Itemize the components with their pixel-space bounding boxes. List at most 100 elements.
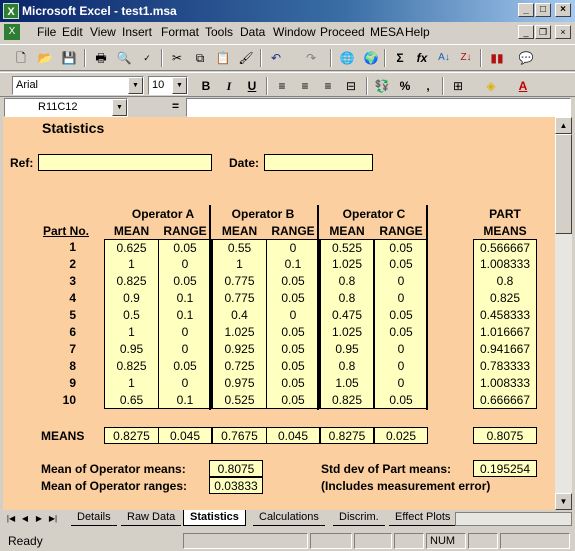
mean-c-cell[interactable]: 0.8: [320, 273, 374, 290]
mean-b-cell[interactable]: 0.4: [212, 307, 267, 324]
means-cell[interactable]: 0.025: [374, 427, 428, 444]
doc-restore-button[interactable]: ❐: [535, 25, 551, 39]
range-a-cell[interactable]: 0.05: [158, 239, 212, 256]
horizontal-scrollbar[interactable]: [455, 512, 572, 526]
tab-details[interactable]: Details: [71, 510, 117, 526]
next-sheet-icon[interactable]: ▶: [33, 512, 45, 525]
close-button[interactable]: ×: [555, 3, 571, 17]
prev-sheet-icon[interactable]: ◀: [19, 512, 31, 525]
mean-b-cell[interactable]: 1.025: [212, 324, 267, 341]
align-left-icon[interactable]: ≡: [271, 76, 293, 96]
fill-color-icon[interactable]: ◈: [480, 76, 502, 96]
menu-help[interactable]: Help: [405, 25, 430, 39]
borders-icon[interactable]: ⊞: [447, 76, 469, 96]
means-cell[interactable]: 0.7675: [212, 427, 267, 444]
name-box[interactable]: R11C12 ▼: [4, 98, 128, 117]
open-folder-icon[interactable]: 📂: [34, 48, 56, 68]
range-c-cell[interactable]: 0: [374, 358, 428, 375]
range-a-cell[interactable]: 0.05: [158, 273, 212, 290]
chart-wizard-icon[interactable]: ▮▮: [486, 48, 508, 68]
sort-ascending-icon[interactable]: A↓: [433, 48, 455, 68]
mean-a-cell[interactable]: 0.825: [104, 358, 159, 375]
range-a-cell[interactable]: 0.1: [158, 290, 212, 307]
menu-view[interactable]: View: [90, 25, 116, 39]
function-icon[interactable]: fx: [411, 48, 433, 68]
new-file-icon[interactable]: 🗋: [10, 48, 32, 68]
copy-icon[interactable]: ⧉: [189, 48, 211, 68]
menu-data[interactable]: Data: [240, 25, 265, 39]
range-b-cell[interactable]: 0.05: [266, 341, 320, 358]
doc-minimize-button[interactable]: _: [518, 25, 534, 39]
range-a-cell[interactable]: 0: [158, 324, 212, 341]
range-c-cell[interactable]: 0.05: [374, 307, 428, 324]
first-sheet-icon[interactable]: |◀: [5, 512, 17, 525]
menu-proceed[interactable]: Proceed: [320, 25, 365, 39]
means-cell[interactable]: 0.8275: [320, 427, 374, 444]
mean-c-cell[interactable]: 0.525: [320, 239, 374, 256]
range-c-cell[interactable]: 0.05: [374, 256, 428, 273]
ref-input[interactable]: [38, 154, 212, 171]
range-a-cell[interactable]: 0: [158, 375, 212, 392]
currency-icon[interactable]: 💱: [371, 76, 393, 96]
save-icon[interactable]: 💾: [58, 48, 80, 68]
mean-c-cell[interactable]: 0.8: [320, 358, 374, 375]
menu-mesa[interactable]: MESA: [370, 25, 404, 39]
mean-b-cell[interactable]: 1: [212, 256, 267, 273]
mean-a-cell[interactable]: 0.9: [104, 290, 159, 307]
range-a-cell[interactable]: 0.05: [158, 358, 212, 375]
format-painter-icon[interactable]: 🖌: [235, 48, 257, 68]
last-sheet-icon[interactable]: ▶|: [47, 512, 59, 525]
range-a-cell[interactable]: 0.1: [158, 307, 212, 324]
formula-equals[interactable]: =: [172, 99, 179, 113]
minimize-button[interactable]: _: [518, 3, 534, 17]
office-assistant-icon[interactable]: 💬: [515, 48, 537, 68]
means-cell[interactable]: 0.8275: [104, 427, 159, 444]
redo-icon[interactable]: ↷: [300, 48, 322, 68]
range-b-cell[interactable]: 0.05: [266, 273, 320, 290]
range-b-cell[interactable]: 0.05: [266, 392, 320, 409]
part-mean-cell[interactable]: 1.016667: [473, 324, 537, 341]
tab-raw-data[interactable]: Raw Data: [121, 510, 182, 526]
range-a-cell[interactable]: 0: [158, 341, 212, 358]
part-mean-cell[interactable]: 1.008333: [473, 375, 537, 392]
paste-icon[interactable]: 📋: [212, 48, 234, 68]
web-toolbar-icon[interactable]: 🌍: [360, 48, 382, 68]
align-center-icon[interactable]: ≡: [294, 76, 316, 96]
mean-op-ranges-value[interactable]: 0.03833: [209, 477, 263, 494]
mean-c-cell[interactable]: 1.05: [320, 375, 374, 392]
mean-b-cell[interactable]: 0.55: [212, 239, 267, 256]
align-right-icon[interactable]: ≡: [317, 76, 339, 96]
merge-center-icon[interactable]: ⊟: [340, 76, 362, 96]
mean-b-cell[interactable]: 0.975: [212, 375, 267, 392]
doc-close-button[interactable]: ×: [555, 25, 571, 39]
range-b-cell[interactable]: 0.05: [266, 358, 320, 375]
range-c-cell[interactable]: 0: [374, 290, 428, 307]
mean-c-cell[interactable]: 0.8: [320, 290, 374, 307]
mean-c-cell[interactable]: 0.95: [320, 341, 374, 358]
print-preview-icon[interactable]: 🔍: [113, 48, 135, 68]
mean-c-cell[interactable]: 0.475: [320, 307, 374, 324]
range-b-cell[interactable]: 0.1: [266, 256, 320, 273]
chevron-down-icon[interactable]: ▼: [172, 77, 187, 94]
hyperlink-icon[interactable]: 🌐: [336, 48, 358, 68]
mean-b-cell[interactable]: 0.775: [212, 290, 267, 307]
bold-button[interactable]: B: [195, 76, 217, 96]
date-input[interactable]: [264, 154, 373, 171]
means-cell[interactable]: 0.045: [158, 427, 212, 444]
range-c-cell[interactable]: 0.05: [374, 324, 428, 341]
mean-a-cell[interactable]: 0.825: [104, 273, 159, 290]
maximize-button[interactable]: □: [535, 3, 551, 17]
scroll-up-icon[interactable]: ▲: [555, 117, 572, 134]
part-mean-cell[interactable]: 1.008333: [473, 256, 537, 273]
formula-input[interactable]: [186, 98, 571, 117]
overall-mean-value[interactable]: 0.8075: [473, 427, 537, 444]
range-c-cell[interactable]: 0: [374, 273, 428, 290]
range-b-cell[interactable]: 0.05: [266, 375, 320, 392]
range-b-cell[interactable]: 0: [266, 239, 320, 256]
mean-a-cell[interactable]: 0.65: [104, 392, 159, 409]
mean-c-cell[interactable]: 0.825: [320, 392, 374, 409]
print-icon[interactable]: 🖶: [90, 48, 112, 68]
menu-file[interactable]: File: [37, 25, 56, 39]
means-cell[interactable]: 0.045: [266, 427, 320, 444]
tab-calculations[interactable]: Calculations: [253, 510, 325, 526]
